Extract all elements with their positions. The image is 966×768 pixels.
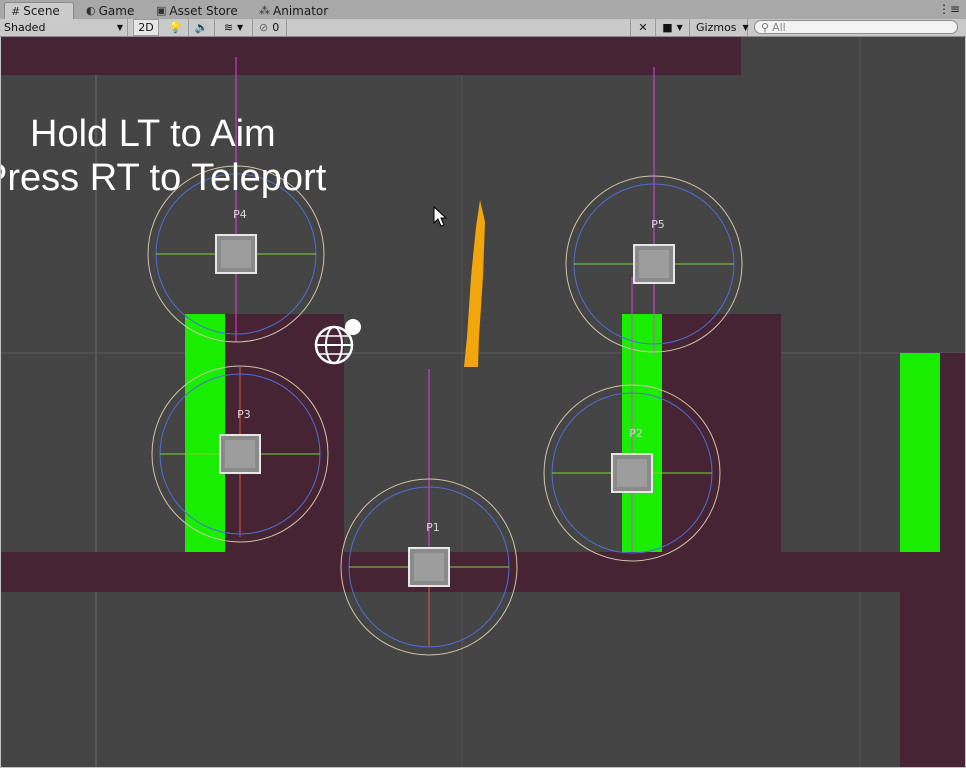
search-icon: ⚲ (761, 20, 770, 34)
portal-handle-inner (414, 553, 444, 581)
wall-block-right (661, 314, 781, 552)
tools-button[interactable]: ✕ (630, 19, 656, 36)
portal-label: P2 (629, 427, 643, 440)
pillar-right (900, 353, 940, 552)
pillar-left (185, 314, 225, 552)
portal-handle-inner (639, 250, 669, 278)
dropdown-arrow-icon: ▼ (237, 23, 244, 32)
shading-mode-dropdown[interactable]: Shaded ▼ (0, 19, 128, 36)
instruction-text-aim: Hold LT to Aim (30, 113, 276, 155)
tools-icon: ✕ (638, 21, 648, 34)
portal-handle-inner (225, 440, 255, 468)
bag-icon: ▣ (156, 4, 167, 17)
tab-animator[interactable]: ⁂ Animator (253, 2, 334, 19)
camera-dropdown[interactable]: ■ ▼ (656, 19, 690, 36)
hidden-objects-toggle[interactable]: ⊘ 0 (255, 19, 287, 36)
pacman-icon: ◐ (86, 4, 96, 17)
audio-toggle[interactable]: 🔊 (189, 19, 215, 36)
wall-block-edge (940, 353, 965, 553)
2d-mode-button[interactable]: 2D (133, 19, 159, 36)
grid-icon: # (11, 4, 21, 18)
panel-menu-icon[interactable]: ⋮≡ (938, 2, 960, 16)
floor-platform (1, 552, 965, 592)
eye-slash-icon: ⊘ (259, 21, 269, 34)
gizmos-dropdown[interactable]: Gizmos ▼ (692, 19, 749, 36)
layers-icon: ≋ (223, 21, 234, 34)
instruction-text-teleport: Press RT to Teleport (1, 157, 327, 199)
portal-label: P4 (233, 208, 247, 221)
ceiling-platform (1, 37, 741, 75)
camera-icon: ■ (662, 21, 673, 34)
effects-dropdown[interactable]: ≋ ▼ (215, 19, 253, 36)
dropdown-arrow-icon: ▼ (742, 23, 749, 32)
editor-tab-bar: # Scene ◐ Game ▣ Asset Store ⁂ Animator … (0, 0, 966, 20)
tab-asset-store[interactable]: ▣ Asset Store (150, 2, 244, 19)
hierarchy-search-input[interactable]: ⚲ All (754, 20, 958, 34)
scene-viewport[interactable]: P4 P5 P3 P2 P1 Hold LT to Aim Press RT t… (1, 37, 965, 767)
portal-label: P3 (237, 408, 251, 421)
wall-block-bottom-right (900, 592, 965, 767)
portal-handle-inner (221, 240, 251, 268)
dropdown-arrow-icon: ▼ (116, 23, 123, 32)
lighting-toggle[interactable]: 💡 (163, 19, 189, 36)
tab-scene[interactable]: # Scene (4, 2, 74, 19)
scene-toolbar: Shaded ▼ 2D 💡 🔊 ≋ ▼ ⊘ 0 ✕ ■ ▼ Gizmos ▼ ⚲… (0, 19, 966, 37)
speaker-icon: 🔊 (194, 21, 209, 34)
portal-handle-inner (617, 459, 647, 487)
dropdown-arrow-icon: ▼ (676, 23, 683, 32)
lightbulb-icon: 💡 (168, 21, 183, 34)
tab-game[interactable]: ◐ Game (80, 2, 140, 19)
nodes-icon: ⁂ (259, 4, 270, 17)
portal-label: P5 (651, 218, 665, 231)
portal-label: P1 (426, 521, 440, 534)
